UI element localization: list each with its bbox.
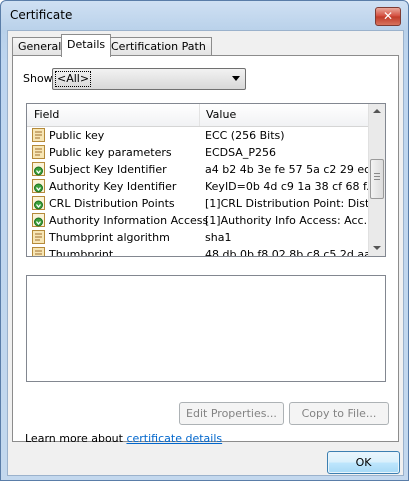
ok-button[interactable]: OK [327,451,400,474]
column-header-value[interactable]: Value [199,104,236,126]
row-field-value: ECC (256 Bits) [205,129,285,142]
extension-icon [32,213,45,227]
table-row[interactable]: Subject Key Identifier a4 b2 4b 3e fe 57 … [27,161,373,178]
show-label: Show: [23,72,56,85]
table-row[interactable]: Public key ECC (256 Bits) [27,127,373,144]
row-field-value: 48 db 0b f8 02 8b c8 c5 2d aa ... [205,248,370,257]
vertical-scrollbar[interactable] [368,104,385,256]
row-field-name: Thumbprint algorithm [49,231,170,244]
close-button[interactable]: ✕ [375,7,401,26]
show-dropdown[interactable]: <All> [52,68,246,90]
dialog-client: General Details Certification Path Show:… [7,30,404,476]
tab-details[interactable]: Details [61,34,112,57]
title-bar[interactable]: Certificate ✕ [1,1,408,29]
learn-more-text: Learn more about certificate details [25,432,222,445]
row-field-name: Public key [49,129,105,142]
row-field-name: Public key parameters [49,146,172,159]
scroll-thumb[interactable] [370,159,384,199]
row-field-name: Thumbprint [49,248,114,257]
property-icon [32,230,45,244]
certificate-details-link[interactable]: certificate details [126,432,222,445]
chevron-down-icon [232,76,240,81]
certificate-window: Certificate ✕ General Details Certificat… [0,0,409,481]
row-field-name: Authority Information Access [49,214,209,227]
details-panel: Show: <All> Field Value Public key ECC (2… [12,55,399,445]
row-field-name: Subject Key Identifier [49,163,167,176]
extension-icon [32,179,45,193]
list-header: Field Value [27,104,373,127]
window-title: Certificate [10,8,73,22]
row-field-value: [1]Authority Info Access: Acc... [205,214,370,227]
row-field-name: Authority Key Identifier [49,180,177,193]
property-icon [32,247,45,256]
row-field-name: CRL Distribution Points [49,197,175,210]
tab-general[interactable]: General [12,37,68,55]
copy-to-file-button[interactable]: Copy to File... [289,402,389,425]
table-row[interactable]: Thumbprint 48 db 0b f8 02 8b c8 c5 2d aa … [27,246,373,257]
close-icon: ✕ [382,9,394,23]
fields-list[interactable]: Field Value Public key ECC (256 Bits) Publ… [26,103,386,257]
table-row[interactable]: Thumbprint algorithm sha1 [27,229,373,246]
row-field-value: sha1 [205,231,232,244]
row-field-value: a4 b2 4b 3e fe 57 5a c2 29 ec ... [205,163,370,176]
field-detail-box[interactable] [26,275,386,382]
extension-icon [32,196,45,210]
column-header-field[interactable]: Field [27,104,59,126]
row-field-value: KeyID=0b 4d c9 1a 38 cf 68 f... [205,180,370,193]
table-row[interactable]: Authority Key Identifier KeyID=0b 4d c9 1… [27,178,373,195]
scroll-up-icon[interactable] [373,109,381,113]
property-icon [32,128,45,142]
row-field-value: [1]CRL Distribution Point: Distr... [205,197,370,210]
property-icon [32,145,45,159]
table-row[interactable]: CRL Distribution Points [1]CRL Distributi… [27,195,373,212]
table-row[interactable]: Authority Information Access [1]Authority… [27,212,373,229]
show-dropdown-value: <All> [55,71,92,87]
scroll-down-icon[interactable] [373,246,381,250]
extension-icon [32,162,45,176]
tab-certification-path[interactable]: Certification Path [105,37,212,55]
edit-properties-button[interactable]: Edit Properties... [179,402,284,425]
row-field-value: ECDSA_P256 [205,146,276,159]
learn-more-prefix: Learn more about [25,432,127,445]
table-row[interactable]: Public key parameters ECDSA_P256 [27,144,373,161]
